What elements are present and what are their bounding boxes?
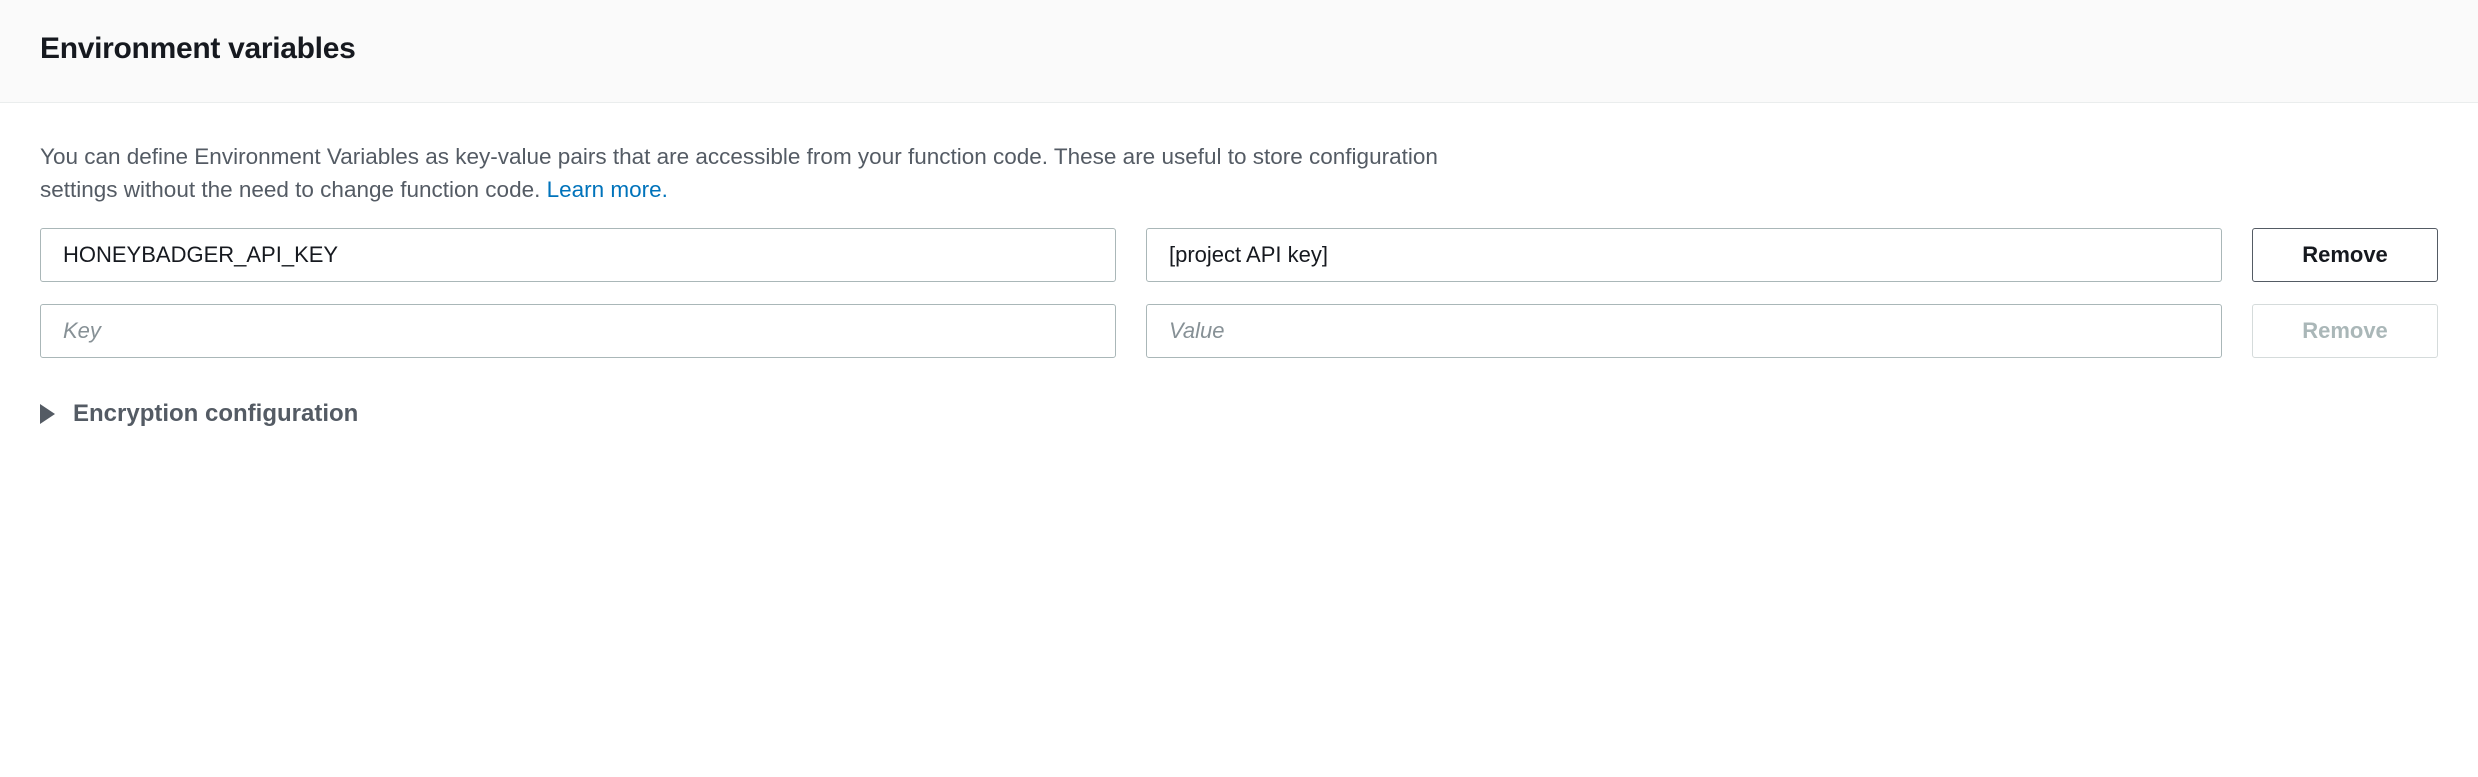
env-key-input[interactable] [40,304,1116,358]
encryption-config-expander[interactable]: Encryption configuration [40,400,2438,428]
encryption-config-label: Encryption configuration [73,400,358,428]
panel-body: You can define Environment Variables as … [0,103,2478,456]
caret-right-icon [40,404,55,424]
env-var-rows: Remove Remove [40,228,2438,358]
panel-header: Environment variables [0,0,2478,103]
remove-button[interactable]: Remove [2252,228,2438,282]
env-key-input[interactable] [40,228,1116,282]
env-var-row: Remove [40,304,2438,358]
panel-title: Environment variables [40,32,2438,66]
remove-button: Remove [2252,304,2438,358]
env-value-input[interactable] [1146,304,2222,358]
description-body: You can define Environment Variables as … [40,144,1438,202]
learn-more-link[interactable]: Learn more. [547,177,668,202]
env-var-row: Remove [40,228,2438,282]
description-text: You can define Environment Variables as … [40,141,1480,206]
env-value-input[interactable] [1146,228,2222,282]
